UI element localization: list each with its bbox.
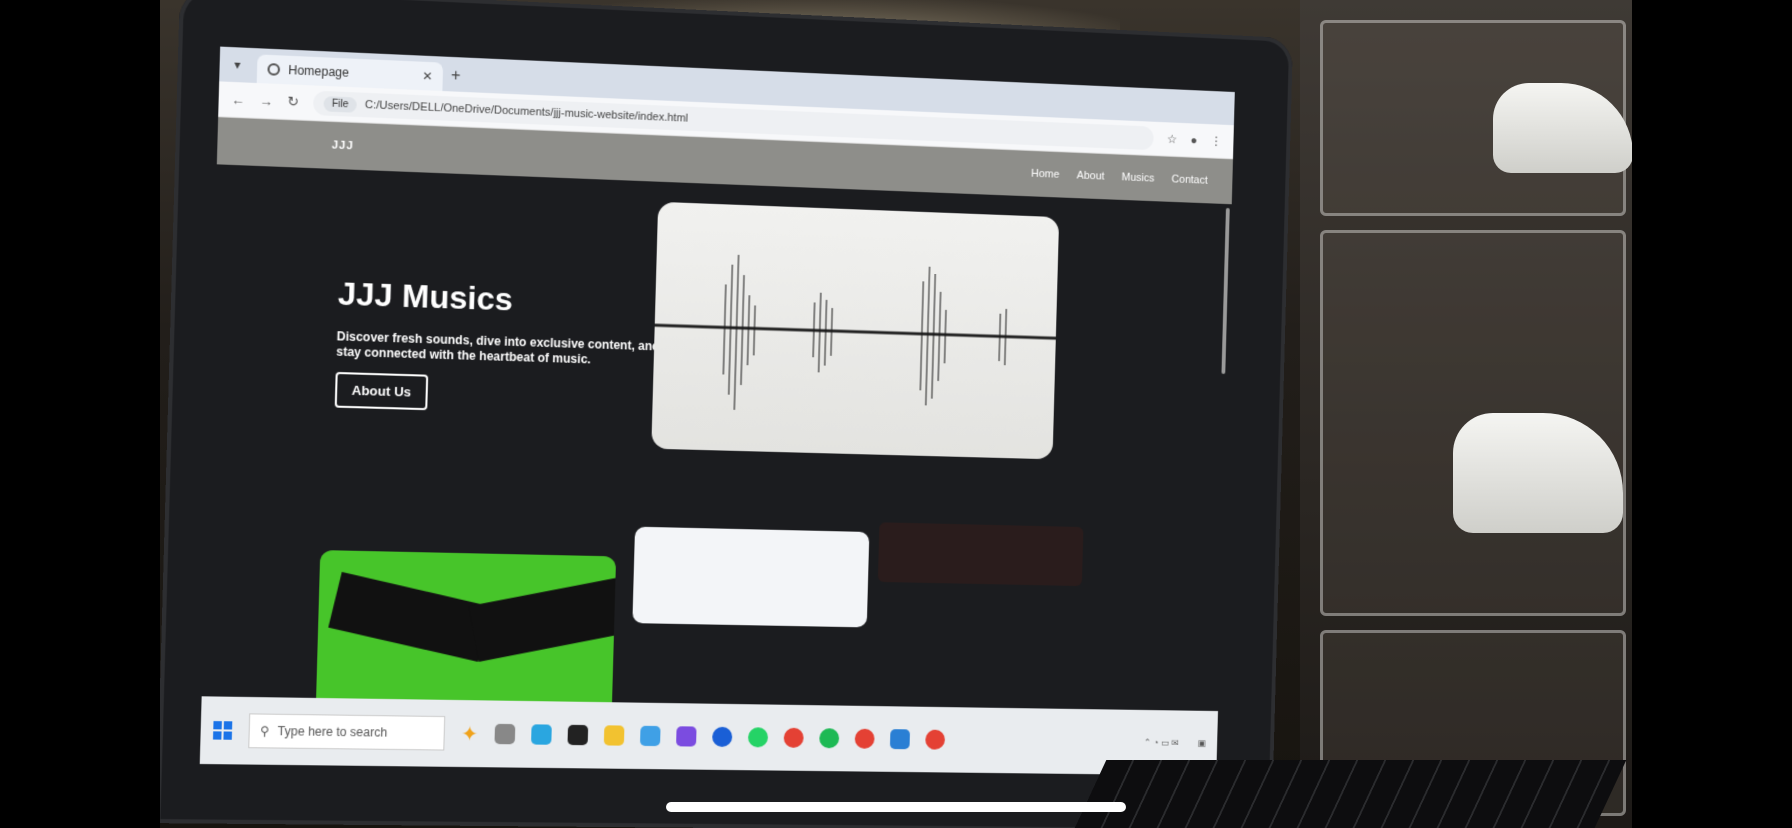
back-icon[interactable]: ← bbox=[231, 92, 245, 108]
new-tab-icon[interactable]: + bbox=[451, 67, 461, 86]
laptop-keyboard bbox=[1074, 760, 1627, 828]
site-logo[interactable]: JJJ bbox=[332, 139, 354, 152]
mail-icon[interactable] bbox=[640, 726, 661, 746]
profile-icon[interactable]: ● bbox=[1190, 133, 1197, 147]
hero-subtitle: Discover fresh sounds, dive into exclusi… bbox=[336, 329, 662, 369]
nav-contact[interactable]: Contact bbox=[1171, 173, 1207, 186]
shoe-shelf bbox=[1300, 0, 1632, 828]
music-card-dark[interactable] bbox=[878, 522, 1084, 586]
globe-icon bbox=[267, 63, 280, 76]
forward-icon[interactable]: → bbox=[259, 93, 273, 109]
search-icon: ⚲ bbox=[260, 724, 270, 738]
photo-scene: ▾ Homepage ✕ + ← → ↻ File C:/Users/DELL/… bbox=[160, 0, 1632, 828]
sneaker bbox=[1493, 83, 1632, 173]
tab-title: Homepage bbox=[288, 63, 349, 80]
windows-start-icon[interactable] bbox=[213, 721, 232, 740]
hero-title: JJJ Musics bbox=[337, 275, 663, 323]
copilot-icon[interactable]: ✦ bbox=[461, 721, 479, 747]
star-icon[interactable]: ☆ bbox=[1167, 132, 1178, 146]
notification-icon[interactable]: ▣ bbox=[1197, 738, 1205, 749]
music-card-doc[interactable] bbox=[632, 527, 869, 628]
whatsapp-icon[interactable] bbox=[748, 727, 768, 747]
chrome-icon[interactable] bbox=[783, 728, 803, 748]
vscode-icon[interactable] bbox=[890, 729, 910, 749]
laptop: ▾ Homepage ✕ + ← → ↻ File C:/Users/DELL/… bbox=[160, 0, 1293, 828]
task-view-icon[interactable] bbox=[494, 724, 515, 744]
reload-icon[interactable]: ↻ bbox=[287, 94, 299, 111]
file-explorer-icon[interactable] bbox=[604, 725, 625, 745]
sneaker bbox=[1453, 413, 1623, 533]
waveform-image bbox=[651, 202, 1059, 460]
address-text: C:/Users/DELL/OneDrive/Documents/jjj-mus… bbox=[365, 99, 688, 125]
nav-musics[interactable]: Musics bbox=[1122, 171, 1155, 184]
menu-icon[interactable]: ⋮ bbox=[1210, 134, 1222, 148]
hero-section: JJJ Musics Discover fresh sounds, dive i… bbox=[335, 275, 664, 417]
letterbox-left bbox=[0, 0, 160, 828]
windows-taskbar: ⚲ Type here to search ✦ ⌃ ◔ ▭ ✉ ▣ bbox=[200, 696, 1218, 775]
edge-icon[interactable] bbox=[531, 724, 552, 744]
file-chip[interactable]: File bbox=[323, 96, 357, 113]
shoe-box-top bbox=[1320, 20, 1626, 216]
card-art-right bbox=[469, 578, 617, 662]
dell-icon[interactable] bbox=[567, 725, 588, 745]
about-us-button[interactable]: About Us bbox=[335, 372, 428, 410]
photos-icon[interactable] bbox=[676, 726, 697, 746]
zoom-icon[interactable] bbox=[712, 727, 732, 747]
nav-home[interactable]: Home bbox=[1031, 168, 1060, 181]
tab-search-icon[interactable]: ▾ bbox=[226, 53, 250, 77]
shoe-box-middle bbox=[1320, 230, 1626, 616]
taskbar-search[interactable]: ⚲ Type here to search bbox=[248, 713, 445, 750]
home-indicator bbox=[666, 802, 1126, 812]
website: JJJ Home About Musics Contact JJJ Musics… bbox=[200, 117, 1233, 775]
nav-about[interactable]: About bbox=[1077, 170, 1105, 183]
tray-icons[interactable]: ⌃ ◔ ▭ ✉ bbox=[1144, 737, 1179, 748]
laptop-screen: ▾ Homepage ✕ + ← → ↻ File C:/Users/DELL/… bbox=[200, 47, 1235, 776]
card-art-left bbox=[328, 572, 491, 662]
spotify-icon[interactable] bbox=[819, 728, 839, 748]
system-tray[interactable]: ⌃ ◔ ▭ ✉ ▣ bbox=[1144, 737, 1206, 749]
letterbox-right bbox=[1632, 0, 1792, 828]
close-tab-icon[interactable]: ✕ bbox=[422, 69, 433, 84]
soundwave-graphic bbox=[651, 202, 1059, 460]
page-scrollbar[interactable] bbox=[1221, 208, 1229, 374]
chrome-icon[interactable] bbox=[854, 729, 874, 749]
search-placeholder: Type here to search bbox=[277, 724, 387, 740]
chrome-icon[interactable] bbox=[925, 730, 945, 750]
